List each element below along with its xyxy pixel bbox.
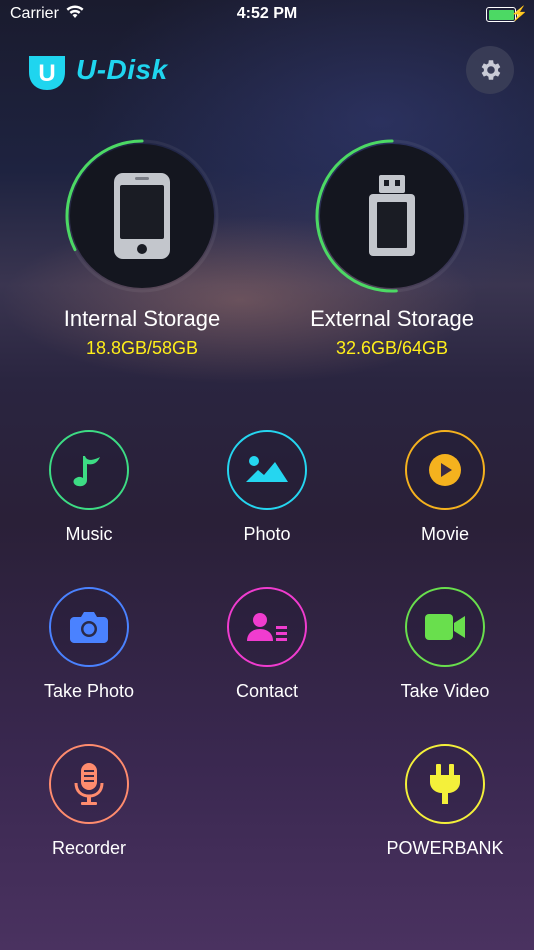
take-photo-button[interactable]: Take Photo	[19, 587, 159, 702]
phone-icon	[114, 173, 170, 259]
take-photo-circle[interactable]	[49, 587, 129, 667]
powerbank-circle[interactable]	[405, 744, 485, 824]
contact-card-icon	[247, 613, 287, 641]
recorder-label: Recorder	[51, 838, 127, 858]
external-storage-label: External Storage	[310, 306, 474, 331]
movie-button[interactable]: Movie	[375, 430, 515, 545]
take-video-circle[interactable]	[405, 587, 485, 667]
external-storage-disc[interactable]	[314, 138, 470, 294]
music-label: Music	[65, 524, 113, 544]
music-button[interactable]: Music	[19, 430, 159, 545]
settings-button[interactable]	[466, 46, 514, 94]
internal-storage-label: Internal Storage	[63, 306, 221, 331]
camera-icon	[70, 612, 108, 643]
movie-circle[interactable]	[405, 430, 485, 510]
contact-circle[interactable]	[227, 587, 307, 667]
take-photo-label: Take Photo	[43, 681, 135, 701]
photo-button[interactable]: Photo	[197, 430, 337, 545]
plug-icon	[430, 764, 460, 804]
music-circle[interactable]	[49, 430, 129, 510]
gear-icon	[481, 60, 501, 80]
app-title: U-Disk	[76, 54, 168, 85]
svg-text:U: U	[38, 60, 55, 87]
movie-label: Movie	[420, 524, 469, 544]
internal-storage-disc[interactable]	[64, 138, 220, 294]
microphone-icon	[74, 763, 104, 805]
charging-icon: ⚡	[510, 5, 528, 21]
external-storage-card[interactable]: External Storage 32.6GB/64GB	[272, 138, 512, 359]
status-bar: Carrier 4:52 PM ⚡	[0, 0, 534, 30]
external-storage-usage: 32.6GB/64GB	[335, 338, 449, 358]
music-note-icon	[73, 456, 100, 487]
internal-storage-usage: 18.8GB/58GB	[85, 338, 199, 358]
picture-icon	[246, 456, 288, 482]
photo-label: Photo	[243, 524, 291, 544]
powerbank-label: POWERBANK	[386, 838, 504, 858]
recorder-circle[interactable]	[49, 744, 129, 824]
recorder-button[interactable]: Recorder	[19, 744, 159, 859]
take-video-button[interactable]: Take Video	[375, 587, 515, 702]
video-camera-icon	[425, 614, 465, 640]
photo-circle[interactable]	[227, 430, 307, 510]
powerbank-button[interactable]: POWERBANK	[375, 744, 515, 859]
contact-button[interactable]: Contact	[197, 587, 337, 702]
contact-label: Contact	[235, 681, 299, 701]
take-video-label: Take Video	[400, 681, 490, 701]
play-icon	[429, 454, 461, 486]
clock: 4:52 PM	[236, 5, 298, 22]
usb-drive-icon	[369, 175, 415, 256]
app-logo: U	[27, 52, 67, 92]
internal-storage-card[interactable]: Internal Storage 18.8GB/58GB	[22, 138, 262, 359]
